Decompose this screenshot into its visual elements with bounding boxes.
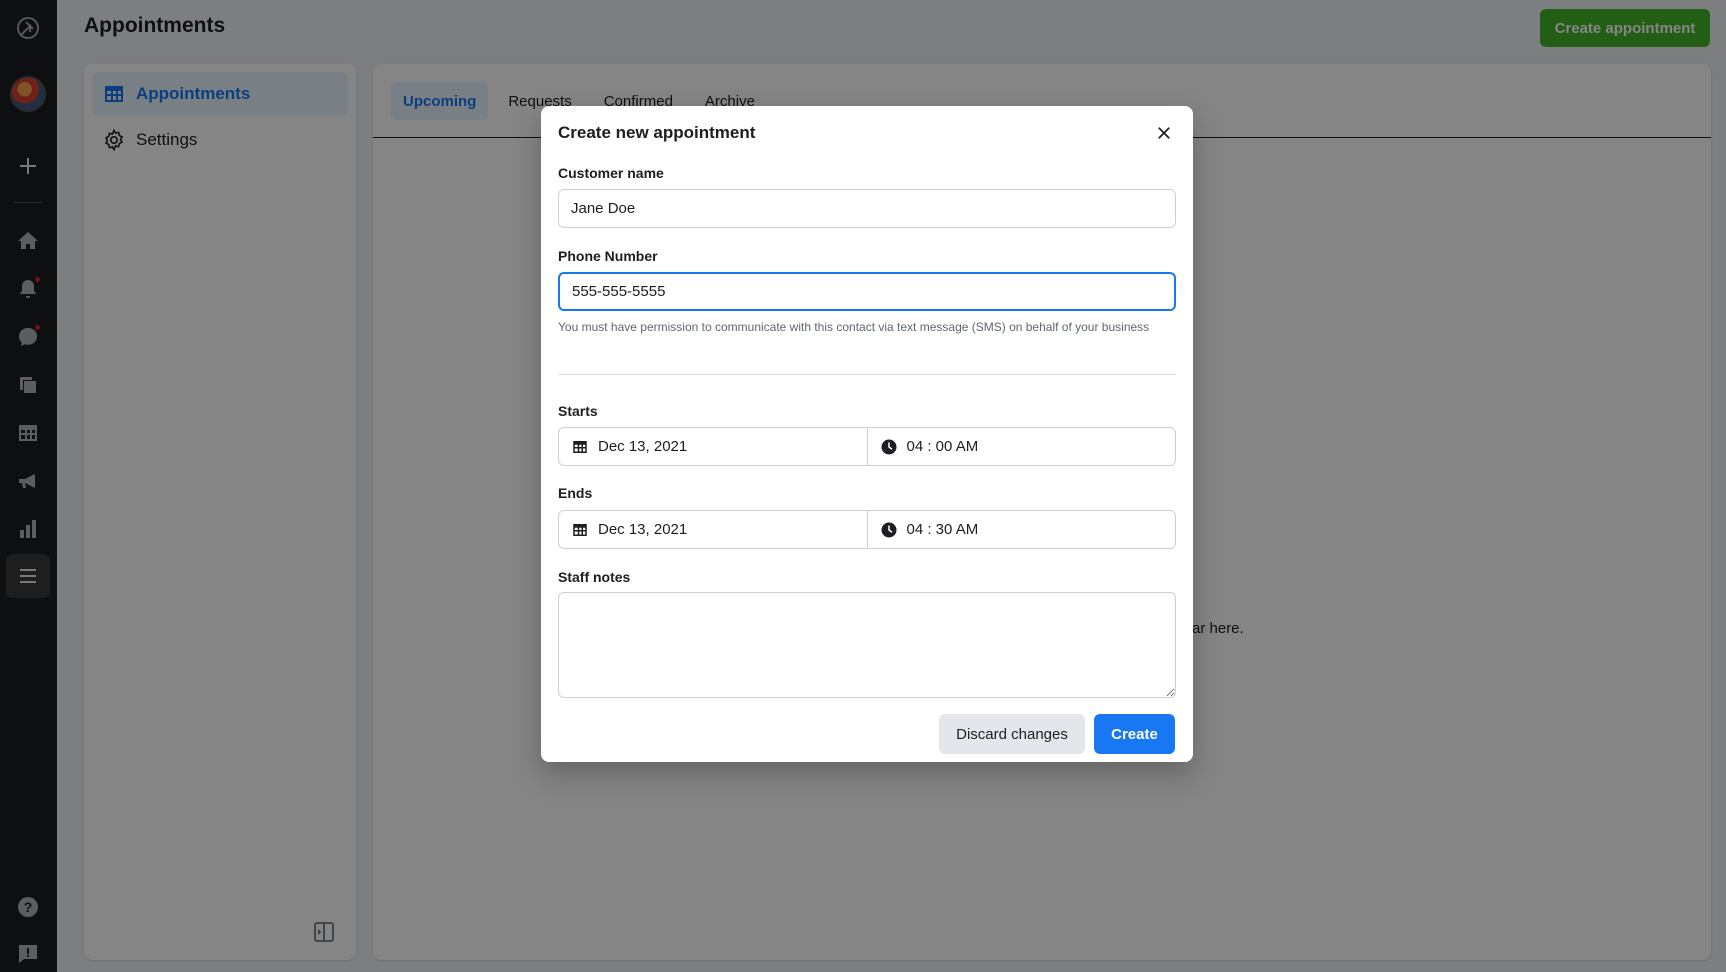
create-button[interactable]: Create <box>1094 714 1175 754</box>
staff-notes-label: Staff notes <box>558 569 631 585</box>
calendar-icon <box>573 523 587 536</box>
phone-helper-text: You must have permission to communicate … <box>558 320 1150 334</box>
starts-datetime-row: Dec 13, 2021 04 : 00 AM <box>558 427 1176 466</box>
ends-date-picker[interactable]: Dec 13, 2021 <box>559 511 867 548</box>
starts-date-value: Dec 13, 2021 <box>598 438 688 455</box>
ends-label: Ends <box>558 485 593 501</box>
close-button[interactable] <box>1149 118 1179 148</box>
ends-time-value: 04 : 30 AM <box>906 521 979 538</box>
starts-date-picker[interactable]: Dec 13, 2021 <box>559 428 867 465</box>
starts-time-picker[interactable]: 04 : 00 AM <box>866 428 1176 465</box>
ends-time-picker[interactable]: 04 : 30 AM <box>866 511 1176 548</box>
ends-date-value: Dec 13, 2021 <box>598 521 688 538</box>
customer-name-label: Customer name <box>558 165 664 181</box>
close-icon <box>1158 127 1170 139</box>
starts-time-value: 04 : 00 AM <box>906 438 979 455</box>
discard-changes-button[interactable]: Discard changes <box>939 714 1085 754</box>
dialog-divider <box>558 374 1176 375</box>
customer-name-input[interactable] <box>558 189 1176 228</box>
calendar-icon <box>573 440 587 453</box>
clock-icon <box>881 439 896 454</box>
starts-label: Starts <box>558 403 598 419</box>
create-appointment-dialog: Create new appointment Customer name Pho… <box>541 106 1193 762</box>
clock-icon <box>881 522 896 537</box>
phone-number-label: Phone Number <box>558 248 658 264</box>
ends-datetime-row: Dec 13, 2021 04 : 30 AM <box>558 510 1176 549</box>
staff-notes-textarea[interactable] <box>558 592 1176 698</box>
phone-number-input[interactable] <box>558 272 1176 311</box>
dialog-title: Create new appointment <box>558 123 756 142</box>
